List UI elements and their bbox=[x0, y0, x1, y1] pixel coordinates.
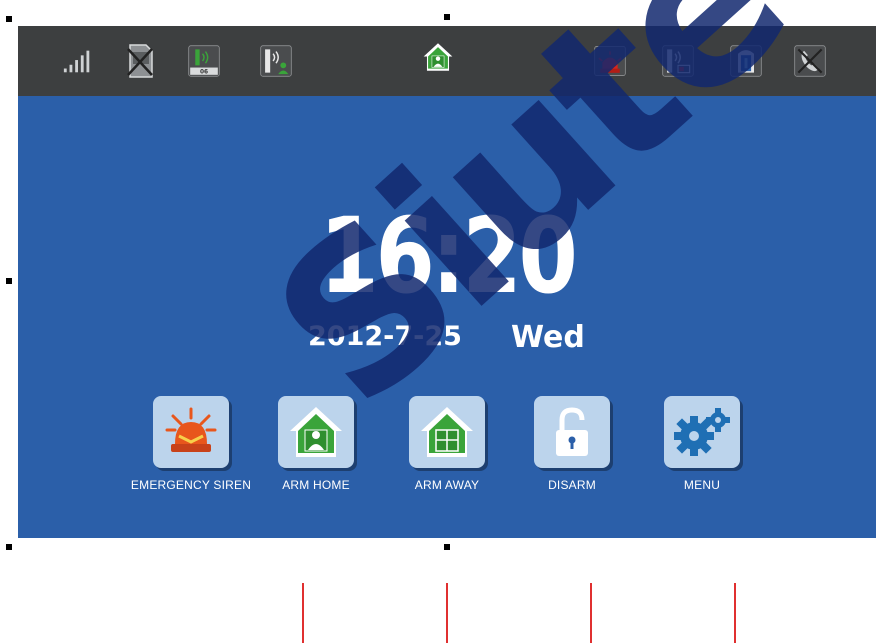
guide-line bbox=[590, 583, 592, 643]
no-sim-card-icon bbox=[124, 40, 156, 82]
selection-handle[interactable] bbox=[444, 14, 450, 20]
emergency-siren-label: EMERGENCY SIREN bbox=[130, 478, 252, 492]
gears-icon bbox=[664, 396, 740, 468]
zone-count-icon: 06 bbox=[188, 40, 220, 82]
arm-home-label: ARM HOME bbox=[282, 478, 350, 492]
signal-strength-icon bbox=[62, 40, 94, 82]
selection-handle[interactable] bbox=[6, 544, 12, 550]
zone-count-text: 06 bbox=[200, 70, 208, 76]
selection-handle[interactable] bbox=[444, 544, 450, 550]
menu-label: MENU bbox=[683, 478, 721, 492]
emergency-siren-button[interactable]: EMERGENCY SIREN bbox=[124, 396, 258, 492]
menu-button[interactable]: MENU bbox=[635, 396, 769, 492]
guide-line bbox=[446, 583, 448, 643]
arm-away-label: ARM AWAY bbox=[414, 478, 480, 492]
unlock-icon bbox=[534, 396, 610, 468]
selection-handle[interactable] bbox=[6, 278, 12, 284]
guide-line bbox=[302, 583, 304, 643]
selection-handle[interactable] bbox=[6, 16, 12, 22]
disarm-label: DISARM bbox=[548, 478, 596, 492]
house-person-icon bbox=[278, 396, 354, 468]
guide-line bbox=[734, 583, 736, 643]
disarm-button[interactable]: DISARM bbox=[505, 396, 639, 492]
wireless-user-icon bbox=[260, 40, 292, 82]
siren-icon bbox=[153, 396, 229, 468]
